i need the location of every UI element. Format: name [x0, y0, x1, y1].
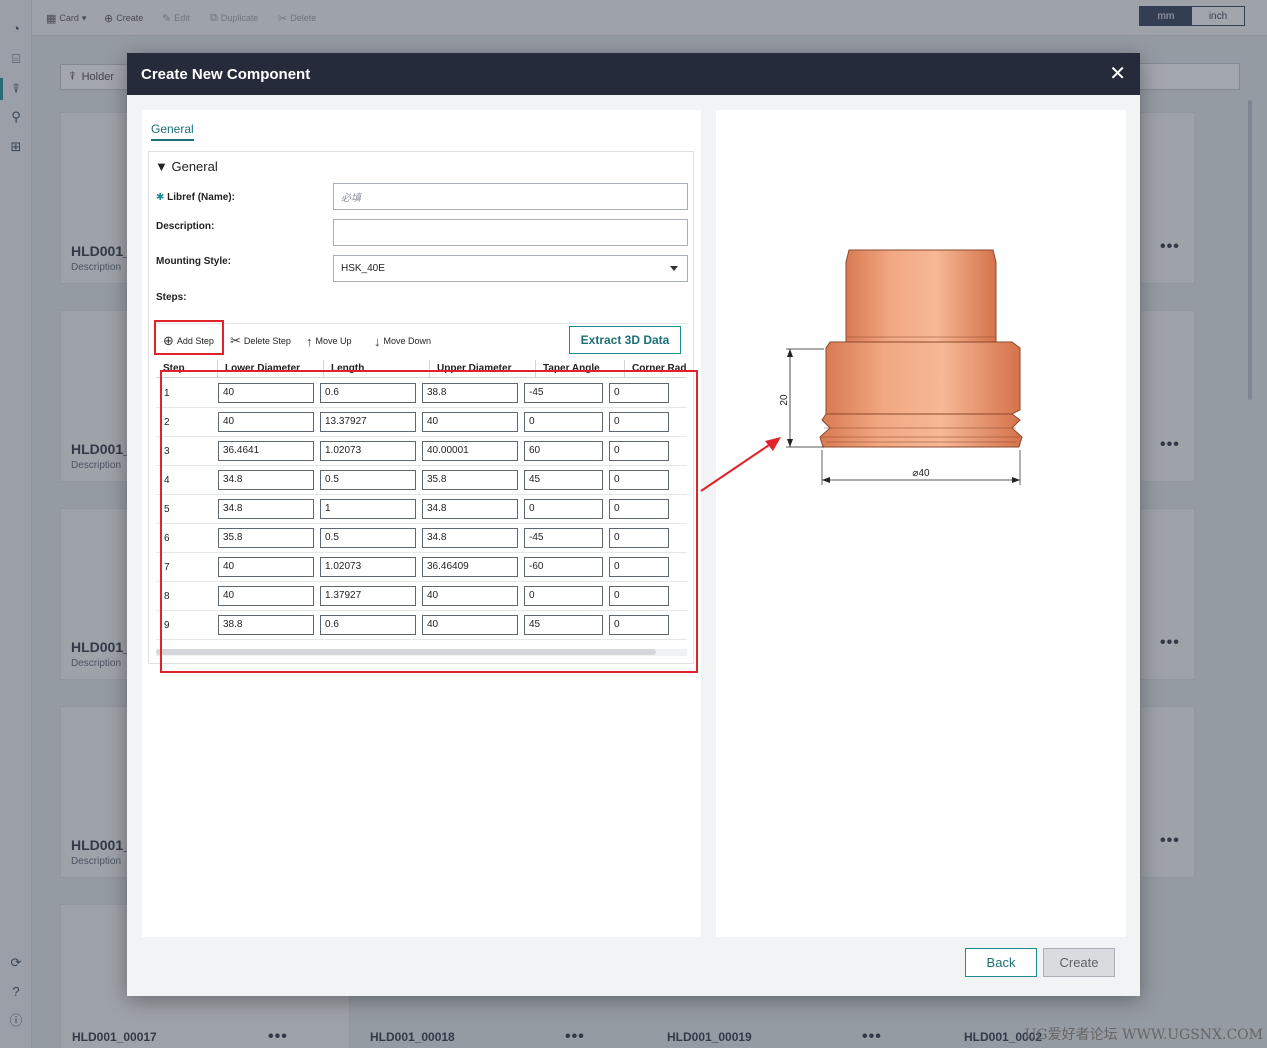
annotation-arrow: [700, 437, 781, 492]
move-up-button[interactable]: ↑ Move Up: [306, 332, 352, 350]
name-field[interactable]: 必填: [333, 183, 688, 210]
dimension-arrow: [822, 477, 830, 483]
dialog-title: Create New Component: [141, 65, 311, 83]
taper-shank-shape: [845, 249, 997, 343]
diameter-dimension-text: ⌀40: [912, 468, 930, 479]
delete-step-button[interactable]: ✂ Delete Step: [230, 332, 291, 350]
dialog-header: Create New Component ✕: [127, 53, 1140, 95]
table-highlight: [160, 370, 698, 673]
required-icon: ✱: [156, 192, 165, 203]
section-toggle[interactable]: ▼ General: [155, 159, 218, 174]
move-down-button[interactable]: ↓ Move Down: [374, 332, 431, 350]
create-component-dialog: Create New Component ✕ General ▼ General…: [127, 53, 1140, 996]
delete-step-label: Delete Step: [243, 336, 291, 346]
move-down-label: Move Down: [383, 336, 432, 346]
steps-label: Steps:: [156, 292, 187, 303]
chevron-down-icon: [670, 266, 678, 271]
name-label-text: Libref (Name):: [167, 192, 235, 203]
component-preview: 20 ⌀40: [779, 249, 1023, 485]
arrow-up-icon: ↑: [306, 333, 313, 349]
back-button[interactable]: Back: [965, 948, 1037, 977]
arrow-line: [700, 440, 776, 492]
mounting-style-select[interactable]: HSK_40E: [333, 255, 688, 282]
create-button[interactable]: Create: [1043, 948, 1115, 977]
preview-pane: 20 ⌀40: [716, 110, 1126, 937]
dimension-arrow: [787, 349, 793, 357]
arrow-head: [765, 437, 781, 451]
form-pane: General ▼ General ✱ Libref (Name): 必填 De…: [142, 110, 701, 937]
description-label: Description:: [156, 221, 215, 232]
name-placeholder: 必填: [341, 193, 361, 204]
delete-icon: ✂: [230, 333, 241, 348]
extract-3d-data-button[interactable]: Extract 3D Data: [569, 326, 681, 354]
dimension-arrow: [1012, 477, 1020, 483]
arrow-down-icon: ↓: [374, 333, 381, 349]
mounting-style-label: Mounting Style:: [156, 256, 231, 267]
name-label: ✱ Libref (Name):: [156, 192, 235, 203]
tab-general[interactable]: General: [151, 122, 194, 141]
divider: [156, 323, 688, 324]
mounting-style-value: HSK_40E: [341, 263, 385, 274]
watermark: UG爱好者论坛 WWW.UGSNX.COM: [1024, 1027, 1263, 1043]
close-icon[interactable]: ✕: [1109, 64, 1126, 84]
add-step-highlight: [154, 320, 224, 355]
move-up-label: Move Up: [315, 336, 352, 346]
height-dimension-text: 20: [779, 394, 790, 406]
description-field[interactable]: [333, 219, 688, 246]
flange-shape: [825, 341, 1021, 415]
